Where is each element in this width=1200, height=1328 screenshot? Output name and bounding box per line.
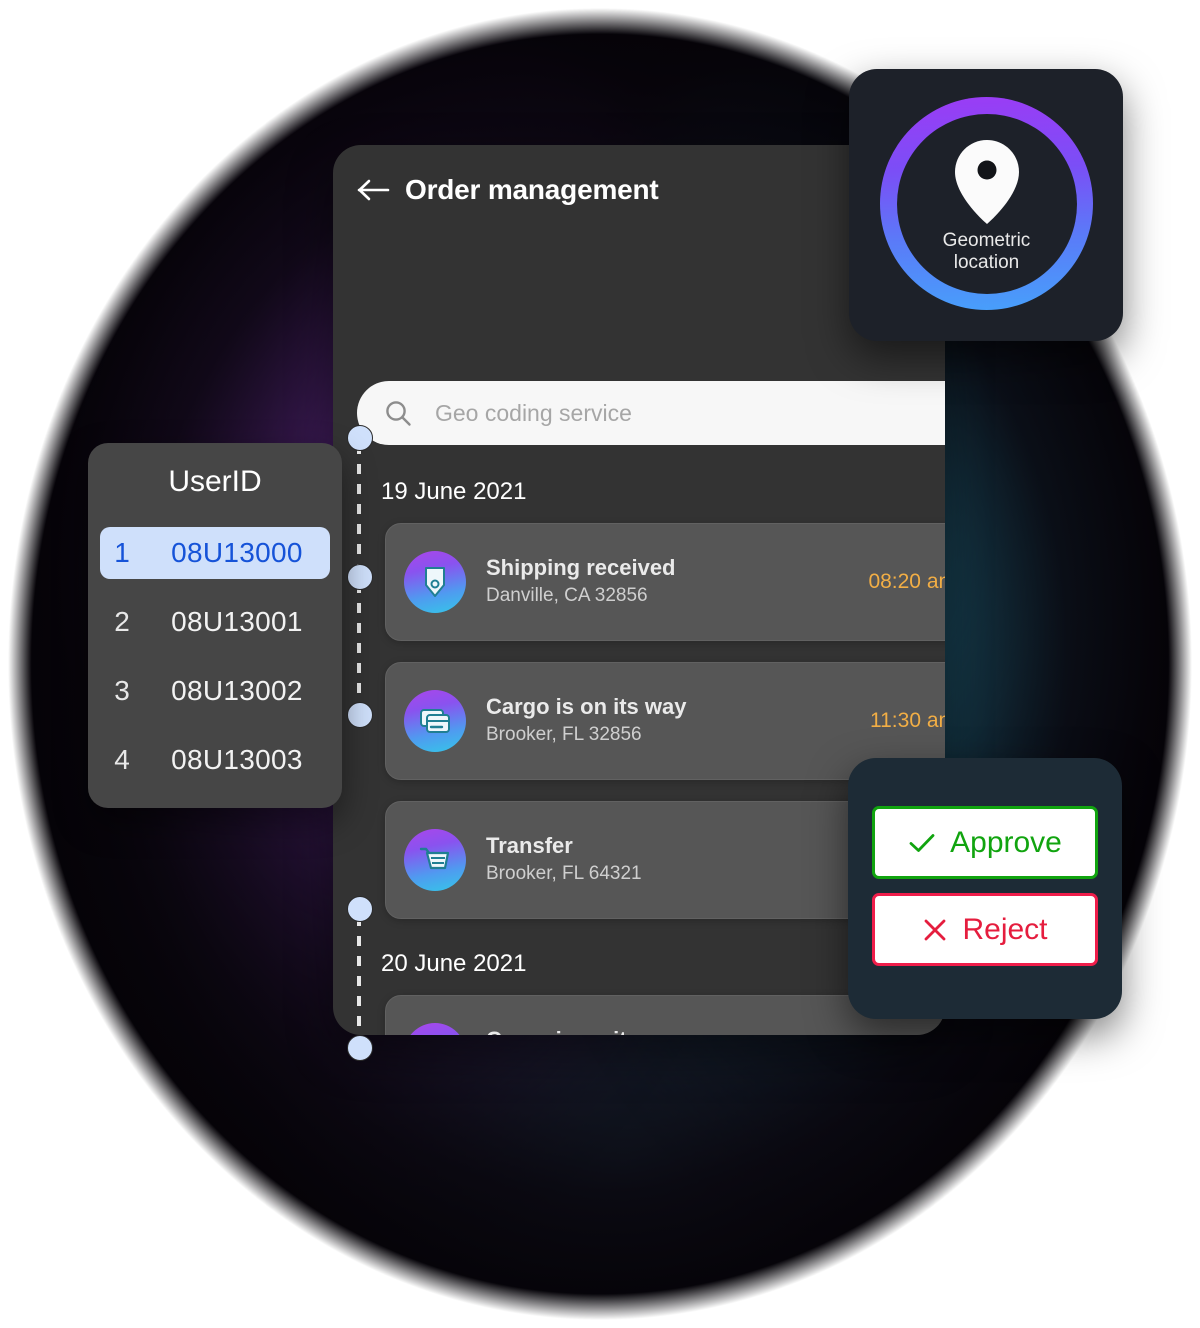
geometric-location-label: Geometric location: [942, 229, 1031, 273]
approve-button-label: Approve: [950, 825, 1062, 859]
timeline-row-title: Shipping received: [486, 554, 676, 580]
timeline-row-title: Transfer: [486, 832, 573, 858]
userid-row-index: 2: [114, 606, 130, 637]
timeline-row[interactable]: Shipping received Danville, CA 32856 08:…: [385, 523, 945, 641]
userid-row-value: 08U13003: [171, 744, 303, 775]
date-header: 19 June 2021: [381, 478, 527, 505]
timeline-row-location: Danville, CA 32856: [486, 585, 648, 607]
timeline-row-location: Brooker, FL 32856: [486, 724, 642, 746]
map-pin-icon: [950, 136, 1024, 228]
userid-row[interactable]: 2 08U13001: [100, 596, 330, 648]
search-placeholder: Geo coding service: [435, 399, 632, 426]
gradient-ring: Geometric location: [880, 97, 1093, 310]
timeline-row-text: Transfer Brooker, FL 64321: [486, 832, 868, 888]
approve-button[interactable]: Approve: [872, 806, 1098, 879]
search-icon: [383, 398, 413, 428]
check-icon: [908, 832, 936, 854]
timeline-row-text: Cargo is on its way Brooker, FL 32856: [486, 693, 870, 749]
timeline-row-text: Shipping received Danville, CA 32856: [486, 554, 868, 610]
gradient-ring-inner: Geometric location: [896, 113, 1077, 294]
cart-icon: [404, 829, 466, 891]
userid-row-index: 3: [114, 675, 130, 706]
timeline-row-time: 08:20 am: [868, 570, 945, 593]
userid-row-value: 08U13000: [171, 537, 303, 568]
approval-actions-card: Approve Reject: [848, 758, 1122, 1019]
timeline-row-location: Brooker, FL 64321: [486, 863, 642, 885]
userid-row-value: 08U13002: [171, 675, 303, 706]
page-title: Order management: [405, 174, 659, 205]
userid-row[interactable]: 3 08U13002: [100, 665, 330, 717]
timeline-row-title: Cargo is on its way: [486, 1027, 687, 1035]
userid-card-title: UserID: [168, 465, 262, 498]
tag-icon: [404, 1023, 466, 1035]
userid-row[interactable]: 1 08U13000: [100, 527, 330, 579]
timeline-row-time: 11:30 am: [870, 709, 945, 732]
userid-row-index: 1: [114, 537, 130, 568]
date-header: 20 June 2021: [381, 950, 527, 977]
geometric-location-card[interactable]: Geometric location: [849, 69, 1123, 341]
userid-row[interactable]: 4 08U13003: [100, 734, 330, 786]
userid-row-value: 08U13001: [171, 606, 303, 637]
reject-button-label: Reject: [962, 912, 1048, 946]
cards-icon: [404, 690, 466, 752]
userid-row-index: 4: [114, 744, 130, 775]
cross-icon: [922, 917, 948, 943]
reject-button[interactable]: Reject: [872, 893, 1098, 966]
userid-card: UserID 1 08U13000 2 08U13001 3 08U13002 …: [88, 443, 342, 808]
timeline-row-text: Cargo is on its way Vallejo, CA 32856: [486, 1026, 915, 1035]
search-input[interactable]: Geo coding service: [357, 381, 945, 445]
timeline-row-title: Cargo is on its way: [486, 693, 687, 719]
back-arrow-icon[interactable]: [357, 178, 391, 202]
screenshot-root: Order management Geo coding service 19 J…: [0, 0, 1200, 1328]
tag-icon: [404, 551, 466, 613]
